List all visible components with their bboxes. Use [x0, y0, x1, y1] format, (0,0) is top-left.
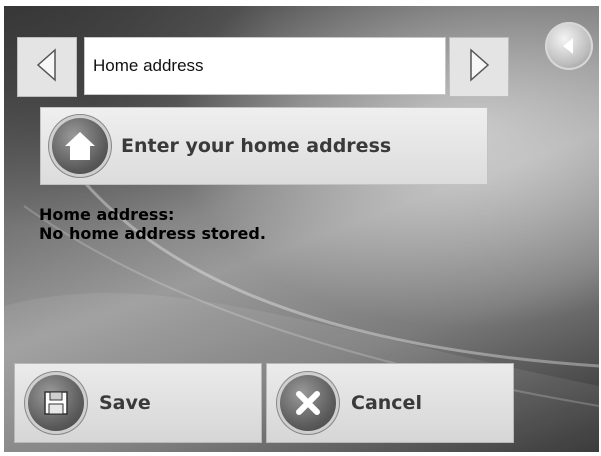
back-arrow-icon	[557, 34, 581, 58]
info-heading: Home address:	[39, 205, 175, 224]
x-mark-icon	[277, 372, 339, 434]
title-field-value: Home address	[93, 56, 204, 75]
enter-home-address-label: Enter your home address	[121, 135, 392, 157]
enter-home-address-button[interactable]: Enter your home address	[40, 107, 488, 185]
navigation-screen: Home address Enter your home address Hom…	[4, 6, 599, 452]
floppy-disk-icon	[25, 372, 87, 434]
house-icon	[49, 115, 111, 177]
save-label: Save	[99, 392, 151, 414]
cancel-button[interactable]: Cancel	[266, 363, 514, 443]
home-address-info: Home address: No home address stored.	[39, 205, 266, 243]
previous-button[interactable]	[17, 37, 77, 97]
cancel-label: Cancel	[351, 392, 422, 414]
back-button[interactable]	[545, 22, 593, 70]
info-status: No home address stored.	[39, 224, 266, 243]
triangle-left-icon	[35, 48, 59, 86]
next-button[interactable]	[449, 37, 509, 97]
title-field: Home address	[84, 37, 446, 95]
save-button[interactable]: Save	[14, 363, 262, 443]
triangle-right-icon	[467, 48, 491, 86]
